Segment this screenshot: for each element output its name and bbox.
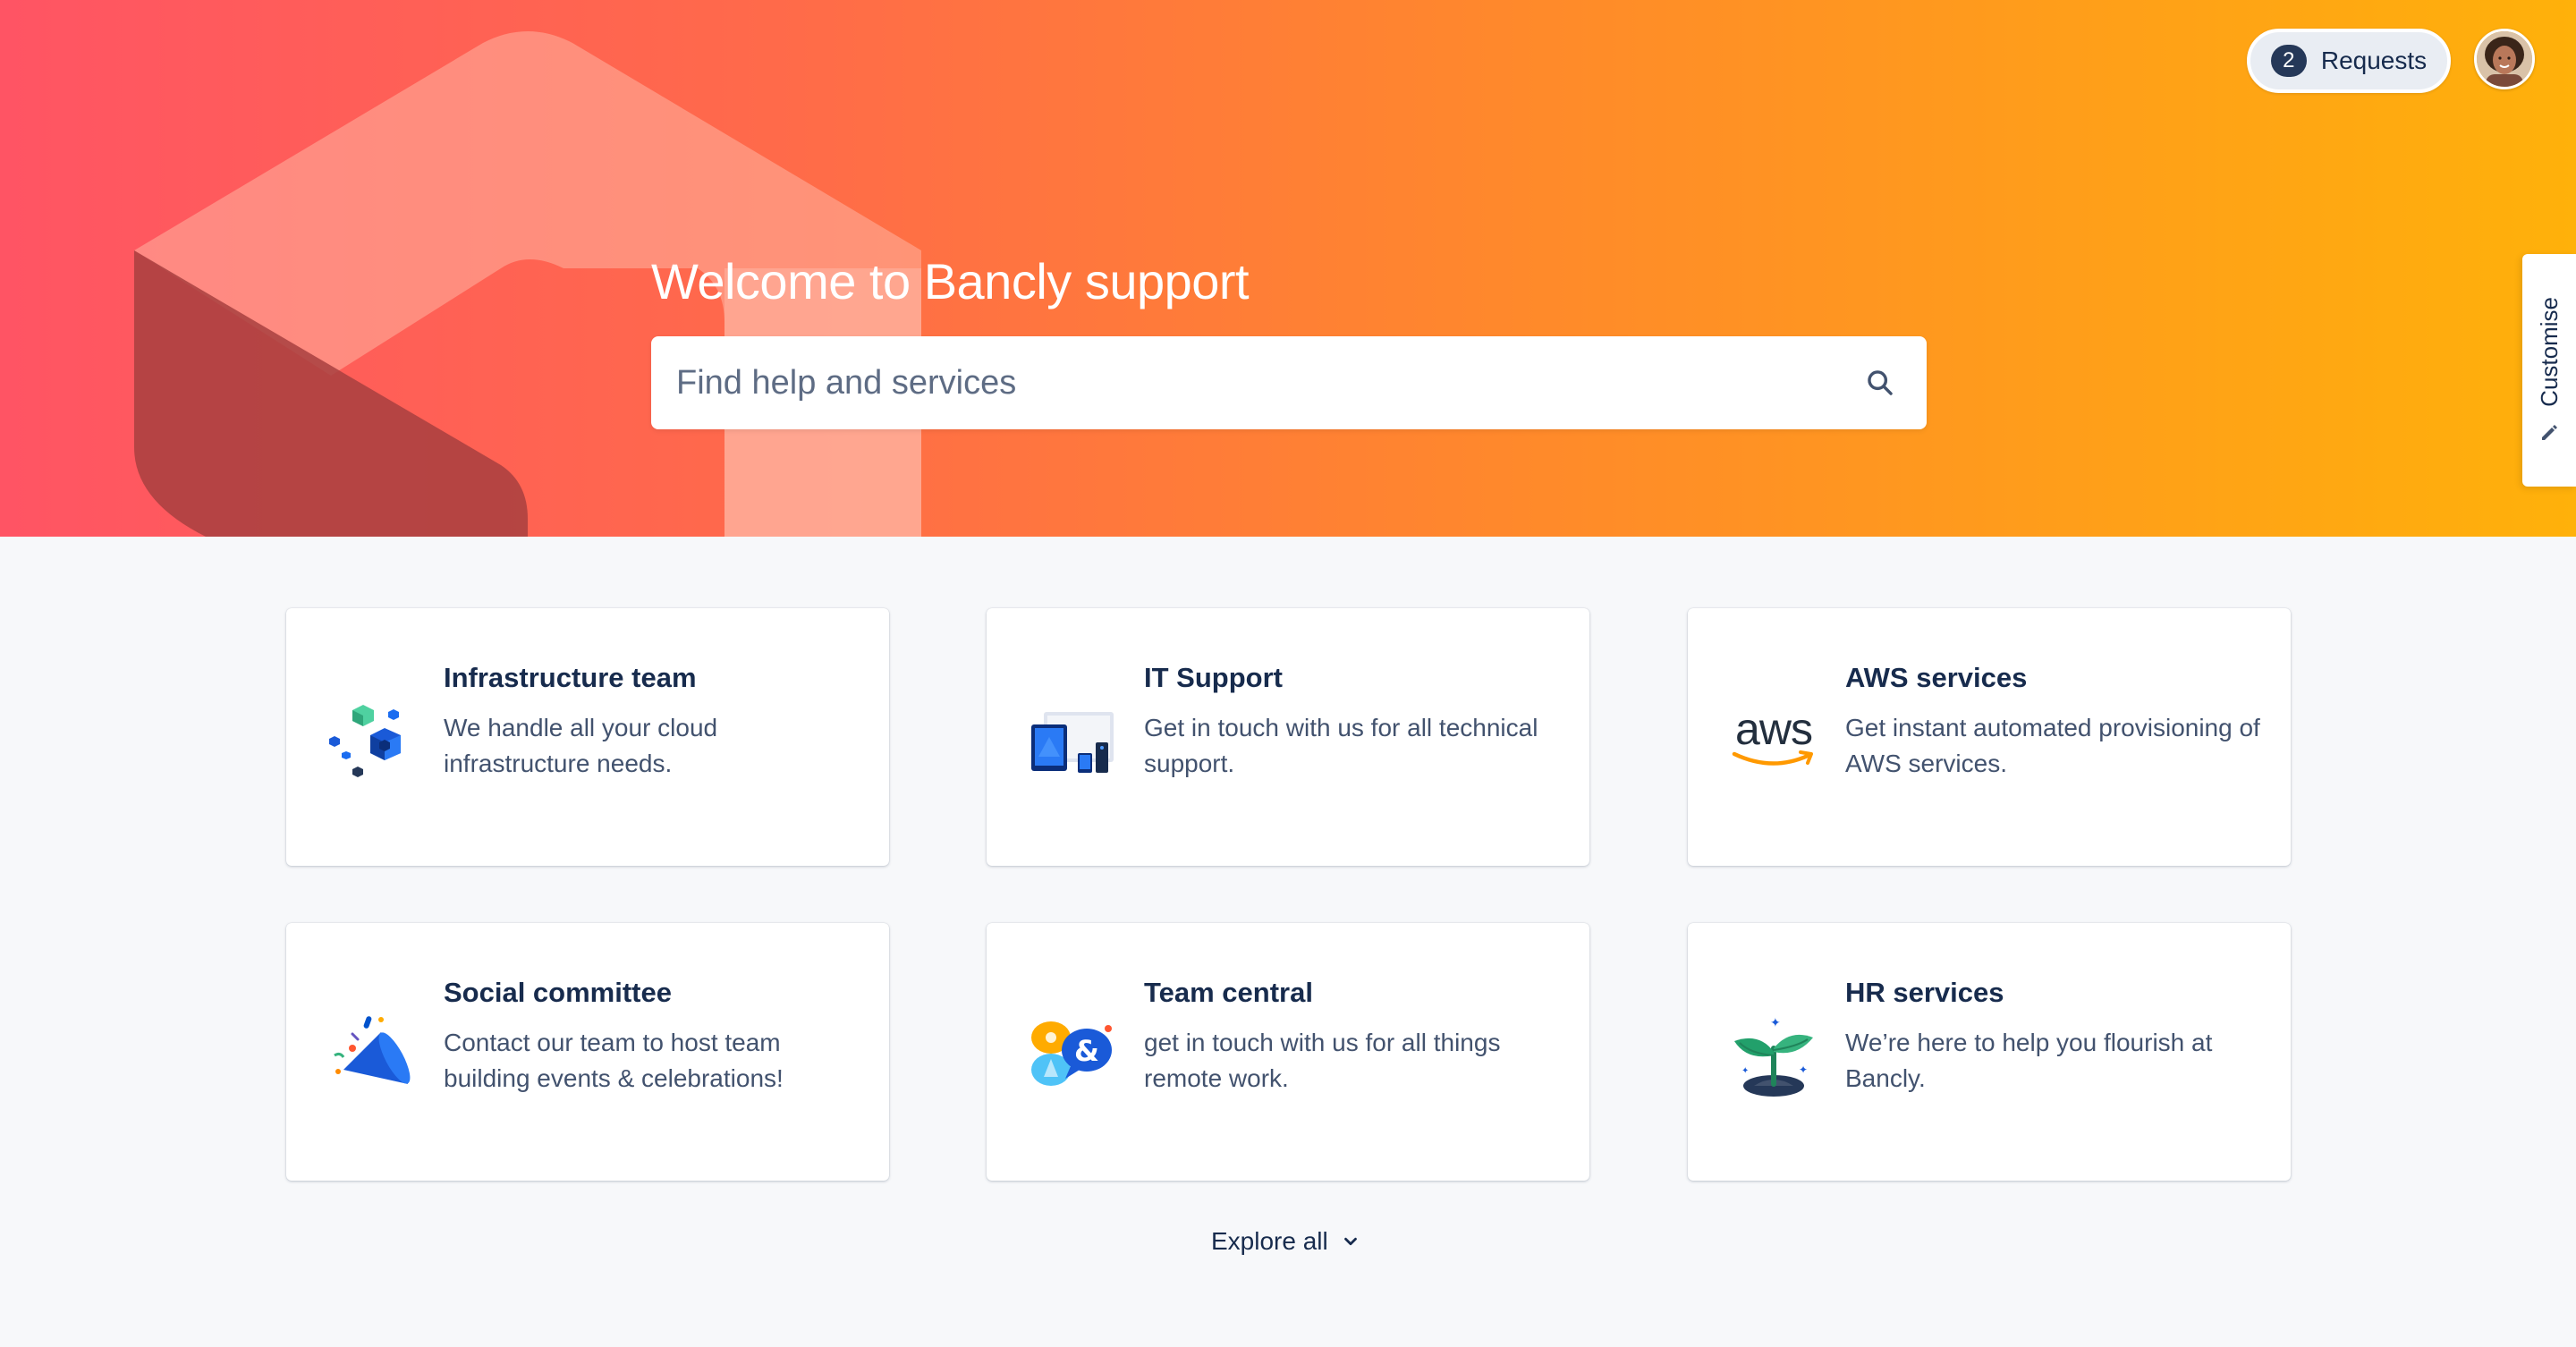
explore-all-label: Explore all [1211,1227,1328,1255]
requests-button[interactable]: 2 Requests [2247,29,2451,93]
customise-label: Customise [2535,296,2563,407]
requests-label: Requests [2320,47,2428,74]
card-aws-services[interactable]: aws AWS services Get instant automated p… [1688,608,2291,866]
cubes-icon [329,705,401,777]
sprout-icon: ✦ ✦ ✦ [1734,1016,1813,1097]
card-description: Contact our team to host team building e… [444,1029,784,1092]
chevron-down-icon [1343,1237,1357,1246]
card-social-committee[interactable]: Social committee Contact our team to hos… [286,923,889,1181]
pencil-icon [2542,425,2557,441]
card-title: Team central [1144,977,1313,1008]
user-avatar[interactable] [2474,29,2535,89]
card-title: HR services [1845,977,2004,1008]
svg-text:&: & [1074,1034,1099,1068]
hero-banner: Welcome to Bancly support [0,0,2576,537]
card-description: get in touch with us for all things remo… [1144,1029,1501,1092]
card-team-central[interactable]: & Team central get in touch with us for … [987,923,1589,1181]
card-description: We handle all your cloud infrastructure … [444,714,718,777]
explore-all-button[interactable]: Explore all [1211,1227,1360,1256]
party-popper-icon [334,1016,411,1084]
card-it-support[interactable]: IT Support Get in touch with us for all … [987,608,1589,866]
card-description: Get instant automated provisioning of AW… [1845,714,2260,777]
search-input[interactable] [651,336,1834,429]
svg-text:✦: ✦ [1741,1066,1749,1076]
aws-logo-icon: aws [1727,692,1820,785]
card-title: AWS services [1845,662,2028,693]
hero-title: Welcome to Bancly support [651,253,1250,309]
svg-text:✦: ✦ [1770,1016,1781,1030]
card-description: We’re here to help you flourish at Bancl… [1845,1029,2213,1092]
devices-icon [1031,712,1114,773]
search-icon [1868,370,1893,395]
svg-text:✦: ✦ [1799,1063,1808,1076]
card-hr-services[interactable]: ✦ ✦ ✦ HR services We’re here to help you… [1688,923,2291,1181]
card-title: IT Support [1144,662,1283,693]
requests-count-badge: 2 [2270,45,2307,77]
card-title: Social committee [444,977,672,1008]
aws-logo-text: aws [1735,704,1813,754]
chat-bubbles-icon: & [1031,1021,1112,1086]
card-description: Get in touch with us for all technical s… [1144,714,1538,777]
aws-smile-icon [1732,750,1813,766]
search-button[interactable] [1834,336,1927,429]
avatar-image [2477,31,2532,87]
customise-tab[interactable]: Customise [2522,254,2576,487]
search-box[interactable] [651,336,1927,429]
card-title: Infrastructure team [444,662,697,693]
card-infrastructure-team[interactable]: Infrastructure team We handle all your c… [286,608,889,866]
